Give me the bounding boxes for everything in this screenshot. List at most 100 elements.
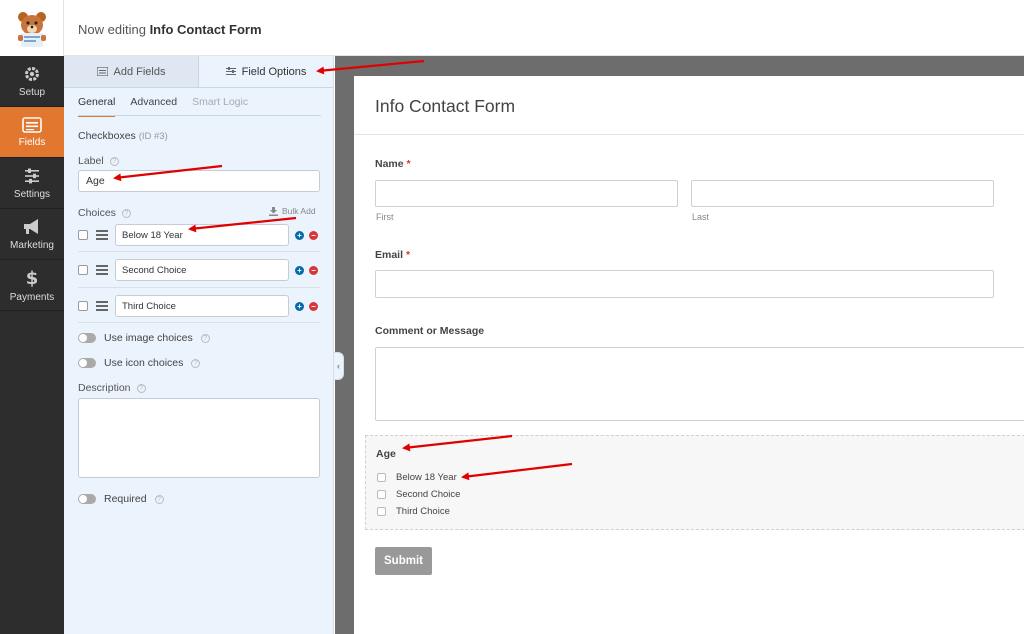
sliders-icon [25,168,39,183]
icon-choices-label: Use icon choices [104,357,184,369]
help-icon[interactable]: ? [136,383,146,393]
help-icon[interactable]: ? [191,358,201,368]
description-textarea[interactable] [78,398,320,478]
editing-form-name: Info Contact Form [149,22,262,37]
choice-divider [78,251,320,252]
bulk-add-link[interactable]: Bulk Add [269,206,316,216]
field-options-panel: Add Fields Field Options General Advance… [64,56,334,634]
panel-tabs: Add Fields Field Options [64,56,333,88]
tab-field-options-label: Field Options [241,65,307,78]
download-icon [269,206,278,216]
nav-item-payments[interactable]: $ Payments [0,260,64,311]
choice-row: Third Choice + − [78,294,322,318]
subtab-general[interactable]: General [78,96,116,117]
subtab-smart-logic[interactable]: Smart Logic [192,96,248,117]
add-choice-icon[interactable]: + [295,301,304,311]
age-choice[interactable]: Below 18 Year [377,472,457,483]
age-choice-checkbox[interactable] [377,473,386,482]
help-icon[interactable]: ? [154,494,164,504]
age-choice-checkbox[interactable] [377,507,386,516]
tab-field-options[interactable]: Field Options [199,56,333,87]
nav-item-fields[interactable]: Fields [0,107,64,158]
editing-prefix: Now editing [78,22,146,37]
first-name-input[interactable] [375,180,678,207]
bulk-add-label: Bulk Add [282,206,316,216]
age-field-block[interactable]: Age Below 18 Year Second Choice Third Ch… [365,435,1024,530]
nav-item-setup[interactable]: Setup [0,56,64,107]
label-input-value: Age [86,175,105,187]
required-asterisk: * [405,249,411,261]
email-field-label[interactable]: Email * [375,249,410,261]
remove-choice-icon[interactable]: − [309,301,318,311]
field-id: (ID #3) [138,131,168,142]
image-choices-label: Use image choices [104,332,193,344]
age-choice[interactable]: Second Choice [377,489,460,500]
image-choices-toggle[interactable] [78,333,96,343]
nav-label-marketing: Marketing [10,239,54,251]
megaphone-icon [24,218,38,234]
age-choice-checkbox[interactable] [377,490,386,499]
help-icon[interactable]: ? [121,208,131,218]
nav-item-settings[interactable]: Settings [0,158,64,209]
add-choice-icon[interactable]: + [295,265,304,275]
choice-row: Second Choice + − [78,258,322,282]
help-icon[interactable]: ? [200,333,210,343]
choice-row: Below 18 Year + − [78,223,322,247]
choice-default-checkbox[interactable] [78,230,88,240]
collapse-panel-handle[interactable]: ‹ [334,352,344,380]
choice-input[interactable]: Third Choice [115,295,289,317]
label-caption-text: Label [78,155,104,167]
add-choice-icon[interactable]: + [295,230,304,240]
required-row: Required ? [78,493,164,505]
svg-text:$: $ [26,268,39,288]
nav-label-fields: Fields [18,136,46,148]
first-sublabel: First [376,212,394,222]
name-field-label[interactable]: Name * [375,158,411,170]
dollar-icon: $ [26,268,39,288]
comment-textarea[interactable] [375,347,1024,421]
age-choice[interactable]: Third Choice [377,506,450,517]
required-toggle[interactable] [78,494,96,504]
choice-value: Second Choice [122,264,187,276]
age-field-label: Age [376,448,396,460]
label-input[interactable]: Age [78,170,320,192]
nav-label-payments: Payments [9,291,55,303]
fields-icon [22,116,42,133]
age-choice-label: Second Choice [396,489,461,500]
drag-handle-icon[interactable] [96,228,108,242]
comment-field-label[interactable]: Comment or Message [375,325,484,337]
field-type-name: Checkboxes [78,130,136,142]
help-icon[interactable]: ? [109,156,119,166]
form-preview: Info Contact Form Name * First Last Emai… [354,76,1024,634]
choice-default-checkbox[interactable] [78,301,88,311]
bear-logo-icon [17,12,46,47]
nav-item-marketing[interactable]: Marketing [0,209,64,260]
submit-button[interactable]: Submit [375,547,432,575]
subtab-advanced[interactable]: Advanced [130,96,177,117]
gear-icon [25,66,39,81]
label-caption: Label ? [78,155,119,167]
choice-value: Third Choice [122,300,176,312]
remove-choice-icon[interactable]: − [309,230,318,240]
description-caption-text: Description [78,382,131,394]
tab-add-fields[interactable]: Add Fields [64,56,199,87]
choices-caption: Choices ? [78,207,131,219]
remove-choice-icon[interactable]: − [309,265,318,275]
builder-sidebar: Setup Fields Settings Marketing $ Paymen… [0,56,64,634]
choice-default-checkbox[interactable] [78,265,88,275]
description-caption: Description ? [78,382,146,394]
last-name-input[interactable] [691,180,994,207]
icon-choices-toggle[interactable] [78,358,96,368]
required-label: Required [104,493,147,505]
top-header: Now editing Info Contact Form [0,0,1024,56]
name-label-text: Name [375,158,404,170]
list-icon [96,67,108,76]
nav-label-settings: Settings [13,188,51,200]
choice-input[interactable]: Second Choice [115,259,289,281]
drag-handle-icon[interactable] [96,299,108,313]
email-input[interactable] [375,270,994,298]
image-choices-row: Use image choices ? [78,332,210,344]
subtab-divider [78,115,321,116]
drag-handle-icon[interactable] [96,263,108,277]
choice-input[interactable]: Below 18 Year [115,224,289,246]
